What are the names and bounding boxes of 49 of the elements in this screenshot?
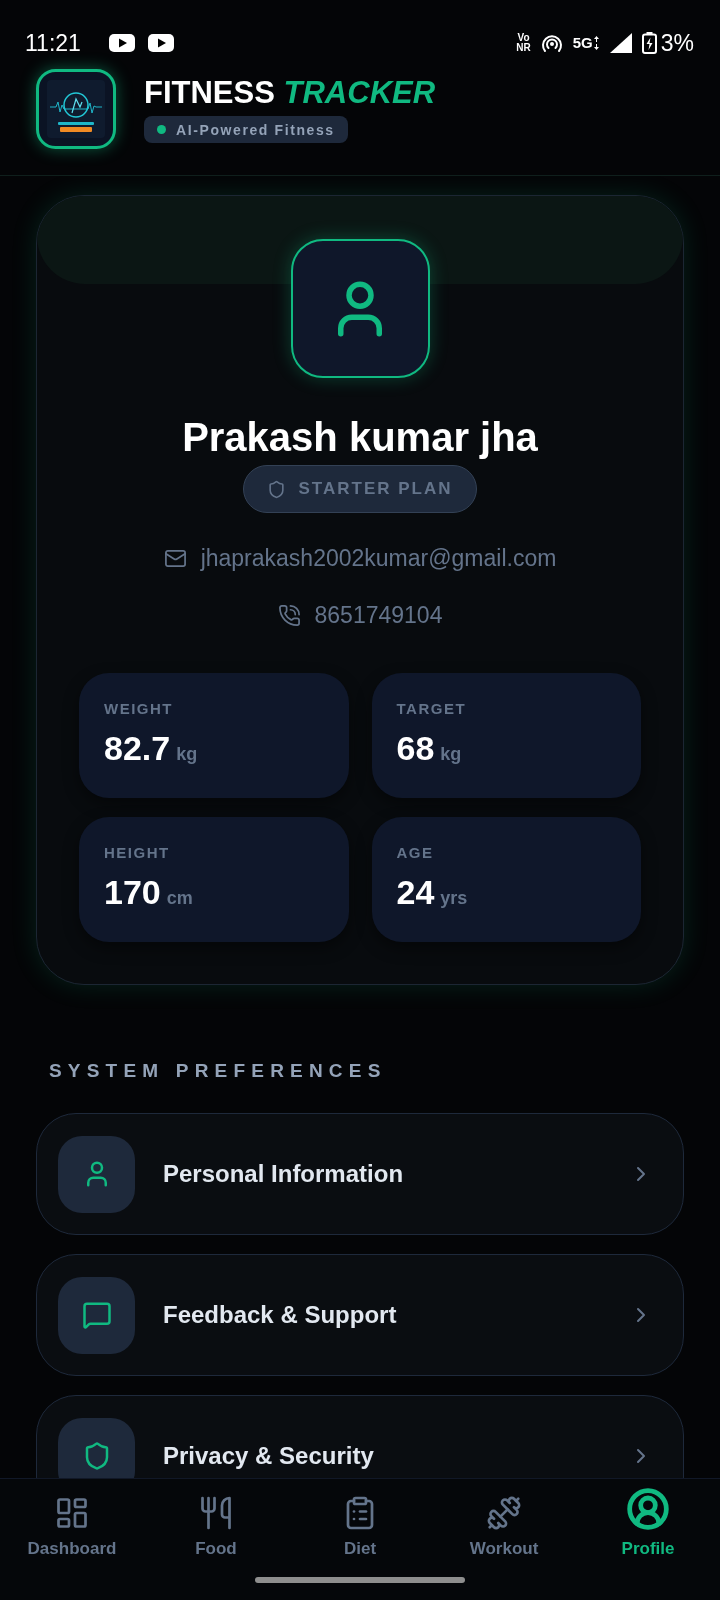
nav-tab[interactable]: Workout (432, 1479, 576, 1563)
settings-item[interactable]: Personal Information (36, 1113, 684, 1235)
person-icon (58, 1135, 135, 1213)
app-title: FITNESS TRACKER (144, 75, 436, 111)
stat-label: HEIGHT (104, 844, 171, 862)
stat-value: 170 (104, 872, 161, 912)
plan-label: STARTER PLAN (298, 479, 453, 499)
status-dot-icon (157, 125, 166, 134)
battery-charging-icon (641, 32, 657, 54)
stat-label: AGE (396, 844, 435, 862)
badge-label: AI-Powered Fitness (176, 121, 335, 138)
stat-label: WEIGHT (104, 700, 174, 718)
network-label: NR (516, 43, 531, 53)
stat-unit: yrs (440, 887, 468, 909)
nav-tab[interactable]: Profile (576, 1479, 720, 1563)
stat-value: 24 (396, 872, 435, 912)
nav-tab[interactable]: Dashboard (0, 1479, 144, 1563)
profile-name: Prakash kumar jha (182, 414, 538, 461)
status-time: 11:21 (25, 30, 81, 56)
signal-icon (609, 33, 632, 53)
network-type-label: 5G (572, 34, 593, 52)
network-label: Vo (517, 33, 530, 43)
grid-icon (54, 1495, 90, 1531)
avatar-icon (290, 239, 430, 378)
dumbbell-icon (486, 1495, 522, 1531)
stat-value: 68 (396, 728, 435, 768)
settings-item[interactable]: Privacy & Security (36, 1395, 684, 1478)
phone-icon (277, 603, 301, 627)
section-title: SYSTEM PREFERENCES (49, 1059, 388, 1083)
stat-value: 82.7 (104, 728, 171, 768)
stat-unit: cm (166, 887, 193, 909)
stat-unit: kg (176, 743, 198, 765)
stat-unit: kg (440, 743, 462, 765)
chat-bubble-icon (58, 1276, 135, 1354)
user-circle-icon (626, 1487, 670, 1531)
stat-label: TARGET (396, 700, 468, 718)
utensils-icon (198, 1495, 234, 1531)
shield-icon (267, 479, 287, 499)
nav-tab[interactable]: Food (144, 1479, 288, 1563)
data-arrows-icon (592, 34, 600, 52)
broadcast-icon (540, 33, 563, 53)
nav-tab[interactable]: Diet (288, 1479, 432, 1563)
email-text: jhaprakash2002kumar@gmail.com (200, 544, 557, 572)
youtube-icon (147, 34, 174, 52)
youtube-icon (108, 34, 135, 52)
battery-percent: 3% (660, 30, 694, 56)
settings-item[interactable]: Feedback & Support (36, 1254, 684, 1376)
shield-icon (58, 1417, 135, 1478)
phone-text: 8651749104 (314, 601, 443, 629)
